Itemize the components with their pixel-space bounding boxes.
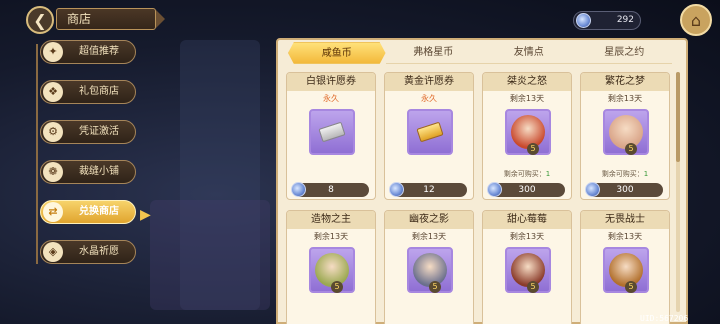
silver-ticket-icon (318, 121, 346, 143)
rarity-badge: 5 (625, 281, 637, 293)
scrollbar[interactable] (676, 72, 680, 312)
tab-0[interactable]: 咸鱼币 (288, 42, 386, 64)
coin-icon (585, 182, 600, 197)
item-art: 5 (407, 247, 453, 293)
sidebar-item-5[interactable]: ◈ 水晶祈愿 (40, 240, 136, 264)
uid-label: UID:567206 (640, 314, 689, 323)
gold-ticket-icon (416, 121, 444, 143)
price-button[interactable]: 300 (585, 182, 663, 197)
rarity-badge: 5 (527, 281, 539, 293)
item-duration: 剩余13天 (509, 94, 545, 103)
price-value: 300 (616, 185, 634, 195)
crystal-icon: ◈ (43, 242, 63, 262)
sidebar-item-2[interactable]: ⚙ 凭证激活 (40, 120, 136, 144)
home-icon: ⌂ (690, 10, 702, 30)
rarity-badge: 5 (527, 143, 539, 155)
shop-item-card[interactable]: 甜心莓莓剩余13天 5 (482, 210, 572, 324)
price-value: 12 (423, 185, 435, 195)
item-art (407, 109, 453, 155)
gift-icon: ❖ (43, 82, 63, 102)
back-arrow-icon: ❮ (33, 10, 47, 30)
sidebar-item-label: 礼包商店 (79, 86, 119, 97)
sidebar-item-label: 凭证激活 (79, 126, 119, 137)
item-title: 白银许愿券 (287, 73, 375, 91)
sparkle-icon: ✦ (43, 42, 63, 62)
sidebar-rail (36, 44, 38, 264)
price-value: 8 (328, 185, 334, 195)
item-art: 5 (603, 247, 649, 293)
item-duration: 剩余13天 (607, 232, 643, 241)
item-title: 幽夜之影 (385, 211, 473, 229)
price-button[interactable]: 300 (487, 182, 565, 197)
item-title: 甜心莓莓 (483, 211, 571, 229)
coin-icon (389, 182, 404, 197)
sidebar-item-3[interactable]: ❁ 裁缝小铺 (40, 160, 136, 184)
item-title: 桀炎之怒 (483, 73, 571, 91)
page-title: 商店 (56, 8, 156, 30)
back-button[interactable]: ❮ (26, 6, 54, 34)
purchase-limit-value: 1 (545, 170, 551, 178)
tab-3[interactable]: 星辰之约 (576, 42, 672, 64)
price-button[interactable]: 12 (389, 182, 467, 197)
shop-item-card[interactable]: 繁花之梦剩余13天 5 剩余可购买：1 300 (580, 72, 670, 200)
sidebar-item-label: 超值推荐 (79, 46, 119, 57)
active-indicator-arrow-icon: ▶ (140, 207, 151, 223)
background-glow (150, 200, 270, 310)
price-button[interactable]: 8 (291, 182, 369, 197)
sidebar-item-1[interactable]: ❖ 礼包商店 (40, 80, 136, 104)
shop-item-card[interactable]: 黄金许愿券永久 12 (384, 72, 474, 200)
home-button[interactable]: ⌂ (680, 4, 712, 36)
coin-icon (487, 182, 502, 197)
item-title: 黄金许愿券 (385, 73, 473, 91)
purchase-limit: 剩余可购买：1 (581, 169, 669, 179)
purchase-limit: 剩余可购买：1 (483, 169, 571, 179)
button-icon: ❁ (43, 162, 63, 182)
item-duration: 剩余13天 (509, 232, 545, 241)
price-value: 300 (518, 185, 536, 195)
scroll-thumb[interactable] (676, 72, 680, 162)
currency-tabs: 咸鱼币 弗格星币 友情点 星辰之约 (288, 42, 672, 64)
coin-icon (291, 182, 306, 197)
tab-2[interactable]: 友情点 (481, 42, 577, 64)
item-art: 5 (505, 109, 551, 155)
item-title: 造物之主 (287, 211, 375, 229)
item-duration: 剩余13天 (313, 232, 349, 241)
item-art (309, 109, 355, 155)
exchange-icon: ⇄ (43, 202, 63, 222)
tab-1[interactable]: 弗格星币 (385, 42, 481, 64)
shop-item-card[interactable]: 桀炎之怒剩余13天 5 剩余可购买：1 300 (482, 72, 572, 200)
shop-item-card[interactable]: 造物之主剩余13天 5 (286, 210, 376, 324)
item-art: 5 (505, 247, 551, 293)
currency-amount: 292 (616, 15, 634, 25)
sidebar-item-label: 兑换商店 (79, 206, 119, 217)
crystal-gem-icon (576, 13, 591, 28)
purchase-limit-value: 1 (643, 170, 649, 178)
currency-display: 292 (573, 11, 641, 30)
gear-icon: ⚙ (43, 122, 63, 142)
purchase-limit-label: 剩余可购买： (503, 170, 546, 178)
item-title: 无畏战士 (581, 211, 669, 229)
sidebar-item-label: 裁缝小铺 (79, 166, 119, 177)
shop-item-card[interactable]: 白银许愿券永久 8 (286, 72, 376, 200)
sidebar-item-4[interactable]: ⇄ 兑换商店 (40, 200, 136, 224)
sidebar-item-label: 水晶祈愿 (79, 246, 119, 257)
shop-item-card[interactable]: 幽夜之影剩余13天 5 (384, 210, 474, 324)
title-ornament (156, 10, 165, 28)
purchase-limit-label: 剩余可购买： (601, 170, 644, 178)
item-title: 繁花之梦 (581, 73, 669, 91)
item-duration: 永久 (323, 94, 339, 103)
item-duration: 剩余13天 (411, 232, 447, 241)
rarity-badge: 5 (429, 281, 441, 293)
sidebar-item-0[interactable]: ✦ 超值推荐 (40, 40, 136, 64)
item-duration: 永久 (421, 94, 437, 103)
rarity-badge: 5 (331, 281, 343, 293)
item-art: 5 (603, 109, 649, 155)
shop-item-card[interactable]: 无畏战士剩余13天 5 (580, 210, 670, 324)
item-duration: 剩余13天 (607, 94, 643, 103)
rarity-badge: 5 (625, 143, 637, 155)
item-art: 5 (309, 247, 355, 293)
